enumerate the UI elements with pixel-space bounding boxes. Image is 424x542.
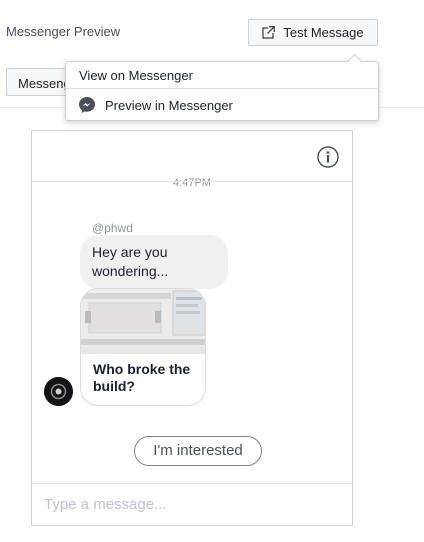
quick-reply-button[interactable]: I'm interested bbox=[134, 436, 262, 466]
menu-item-label: Preview in Messenger bbox=[105, 97, 233, 113]
test-message-label: Test Message bbox=[283, 25, 364, 40]
menu-divider bbox=[66, 88, 378, 89]
external-link-icon bbox=[262, 26, 276, 39]
messenger-icon bbox=[79, 97, 95, 113]
menu-item-preview-in-messenger[interactable]: Preview in Messenger bbox=[66, 90, 378, 120]
test-message-button[interactable]: Test Message bbox=[248, 19, 378, 46]
menu-item-view-on-messenger[interactable]: View on Messenger bbox=[66, 62, 378, 88]
message-composer-input[interactable] bbox=[44, 489, 342, 519]
composer-divider bbox=[32, 483, 352, 484]
avatar bbox=[44, 377, 73, 406]
messenger-preview-frame: 4:47PM @phwd Hey are you wondering... Wh… bbox=[31, 130, 353, 526]
page-title: Messenger Preview bbox=[6, 24, 121, 39]
card-image bbox=[81, 289, 205, 354]
info-icon[interactable] bbox=[317, 146, 339, 168]
generic-template-card[interactable]: Who broke the build? bbox=[80, 288, 206, 406]
message-timestamp: 4:47PM bbox=[173, 177, 211, 189]
test-message-dropdown: View on Messenger Preview in Messenger bbox=[65, 53, 379, 121]
preview-header-divider bbox=[32, 181, 352, 182]
card-title: Who broke the build? bbox=[93, 361, 191, 394]
message-bubble: Hey are you wondering... bbox=[80, 235, 228, 289]
sender-name: @phwd bbox=[92, 221, 133, 235]
